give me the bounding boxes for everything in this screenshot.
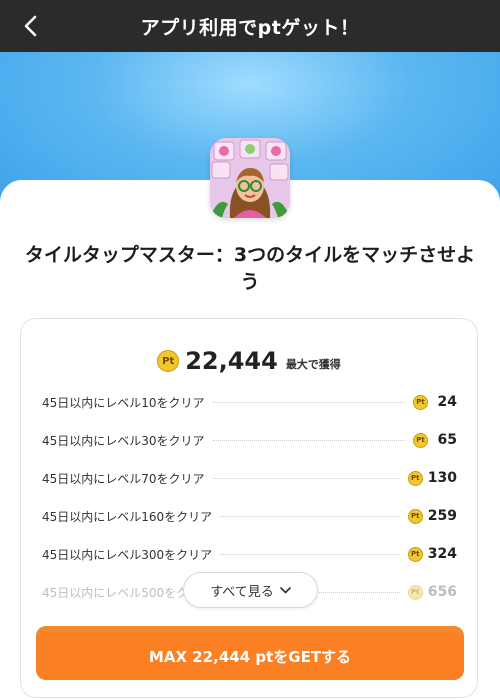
chevron-down-icon: [279, 583, 291, 598]
task-points: 65: [437, 432, 457, 448]
dotted-leader: [220, 515, 400, 517]
max-points: 22,444: [185, 347, 278, 375]
max-points-suffix: 最大で獲得: [285, 358, 341, 371]
task-label: 45日以内にレベル70をクリア: [42, 471, 205, 486]
list-item: 45日以内にレベル30をクリア Pt 65: [21, 421, 477, 459]
task-points: 24: [437, 394, 457, 410]
pt-coin-icon: Pt: [407, 470, 423, 486]
dotted-leader: [220, 553, 400, 555]
top-bar: アプリ利用でptゲット！: [0, 0, 500, 52]
back-icon[interactable]: [16, 12, 44, 40]
get-points-label: MAX 22,444 ptをGETする: [148, 647, 352, 666]
task-label: 45日以内にレベル160をクリア: [42, 509, 213, 524]
list-item: 45日以内にレベル70をクリア Pt 130: [21, 459, 477, 497]
pt-coin-icon: Pt: [413, 394, 428, 410]
dotted-leader: [212, 477, 400, 479]
max-reward-summary: Pt 22,444 最大で獲得: [21, 347, 477, 375]
task-points: 324: [427, 546, 457, 562]
pt-coin-icon: Pt: [413, 432, 428, 448]
app-title: タイルタップマスター：3つのタイルをマッチさせよう: [24, 244, 476, 293]
task-label: 45日以内にレベル30をクリア: [42, 433, 205, 448]
see-all-label: すべて見る: [210, 584, 274, 600]
pt-coin-icon: Pt: [407, 546, 423, 562]
list-item: 45日以内にレベル10をクリア Pt 24: [21, 383, 477, 421]
pt-coin-icon: Pt: [407, 584, 423, 600]
page-title: アプリ利用でptゲット！: [140, 16, 360, 39]
dotted-leader: [212, 439, 405, 441]
task-label: 45日以内にレベル500をク: [42, 585, 189, 600]
task-label: 45日以内にレベル10をクリア: [42, 395, 205, 410]
get-points-button[interactable]: MAX 22,444 ptをGETする: [36, 632, 464, 680]
see-all-button[interactable]: すべて見る: [183, 572, 318, 608]
pt-coin-icon: Pt: [407, 508, 423, 524]
pt-coin-icon: Pt: [157, 350, 180, 372]
task-points: 259: [427, 508, 457, 524]
app-icon: [210, 138, 290, 218]
dotted-leader: [212, 401, 405, 403]
task-points: 656: [427, 584, 457, 600]
task-points: 130: [427, 470, 457, 486]
list-item: 45日以内にレベル300をクリア Pt 324: [21, 535, 477, 573]
task-label: 45日以内にレベル300をクリア: [42, 547, 213, 562]
list-item: 45日以内にレベル160をクリア Pt 259: [21, 497, 477, 535]
